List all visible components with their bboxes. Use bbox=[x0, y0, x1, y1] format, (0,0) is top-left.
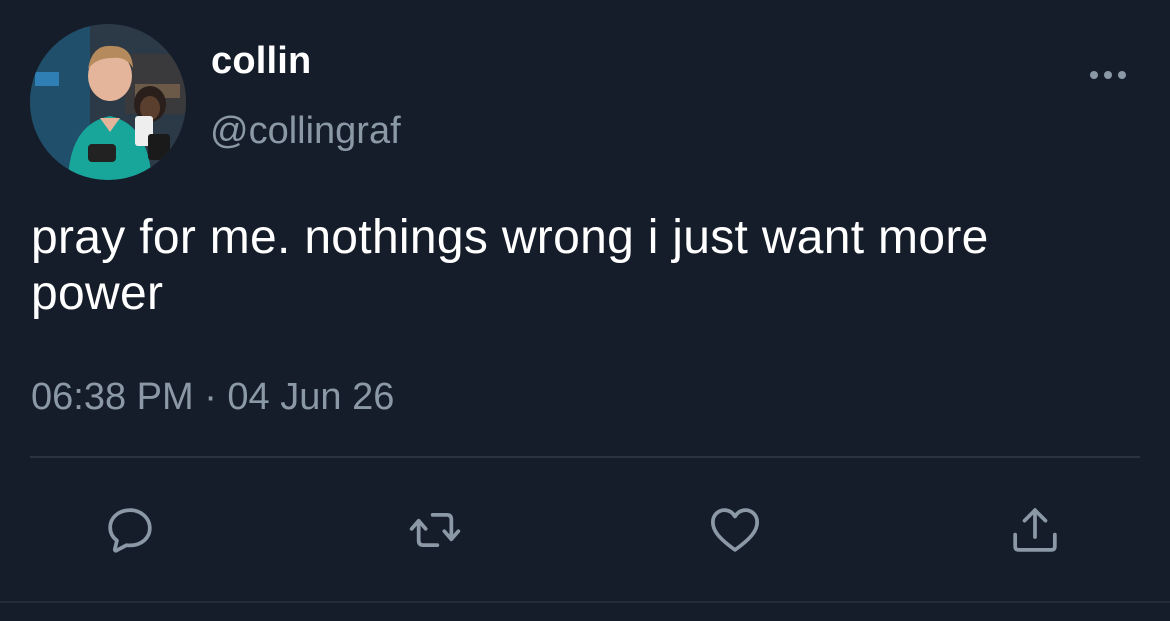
more-options-button[interactable] bbox=[1085, 60, 1131, 90]
display-name[interactable]: collin bbox=[211, 40, 311, 83]
heart-icon bbox=[710, 508, 760, 552]
bottom-divider bbox=[0, 601, 1170, 603]
avatar-photo bbox=[30, 24, 186, 180]
tweet-card: collin @collingraf pray for me. nothings… bbox=[0, 0, 1170, 621]
tweet-timestamp[interactable]: 06:38 PM · 04 Jun 26 bbox=[31, 376, 394, 419]
share-button[interactable] bbox=[1005, 500, 1065, 560]
divider bbox=[30, 456, 1140, 458]
reply-button[interactable] bbox=[100, 500, 160, 560]
more-horizontal-icon bbox=[1090, 71, 1126, 79]
user-handle[interactable]: @collingraf bbox=[210, 110, 401, 153]
share-icon bbox=[1013, 508, 1057, 552]
retweet-icon bbox=[409, 512, 461, 548]
avatar[interactable] bbox=[30, 24, 186, 180]
like-button[interactable] bbox=[705, 500, 765, 560]
tweet-text: pray for me. nothings wrong i just want … bbox=[31, 211, 989, 320]
reply-icon bbox=[108, 508, 152, 553]
retweet-button[interactable] bbox=[405, 500, 465, 560]
